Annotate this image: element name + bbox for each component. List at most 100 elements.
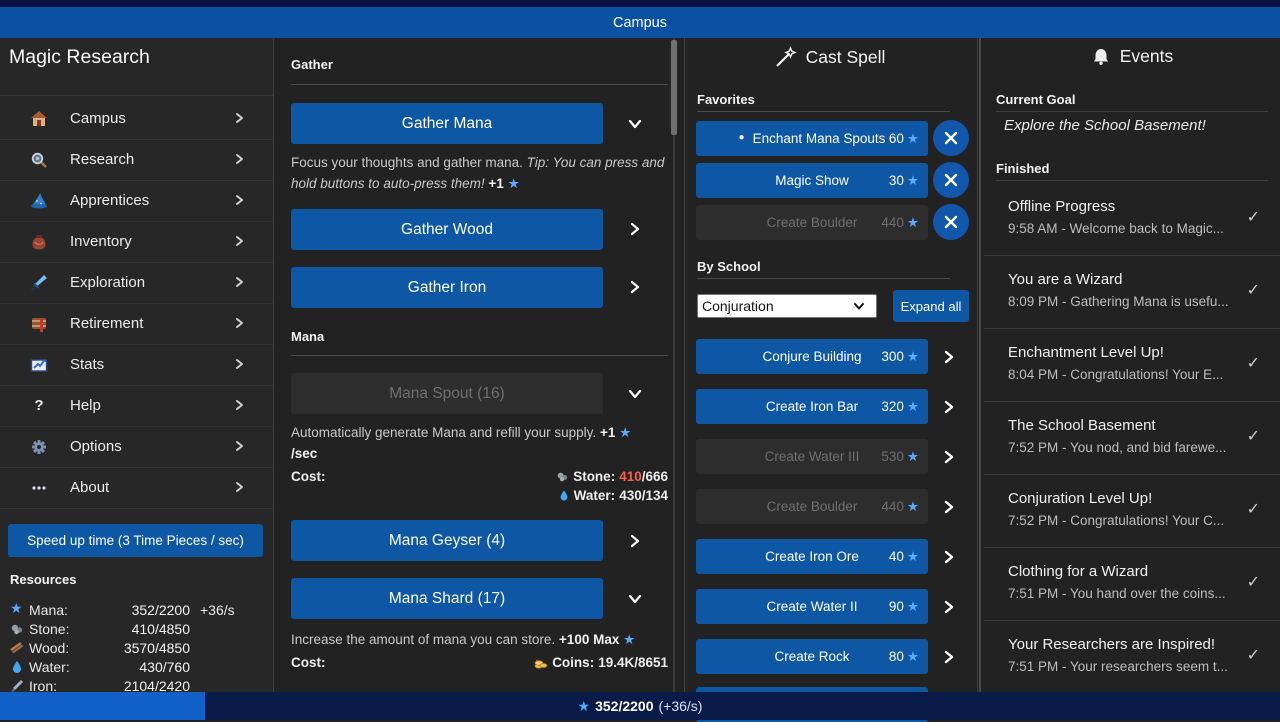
gather-section-header: Gather — [291, 57, 333, 72]
spell-button-create-iron-bar[interactable]: Create Iron Bar 320★ — [696, 389, 928, 424]
gather-mana-description: Focus your thoughts and gather mana. Tip… — [291, 152, 665, 194]
scrollbar-thumb[interactable] — [671, 40, 677, 135]
chevron-right-icon[interactable] — [941, 499, 957, 515]
favorite-spell-button-magic-show[interactable]: Magic Show 30★ — [696, 163, 928, 198]
chevron-down-icon[interactable] — [627, 386, 643, 402]
chevron-right-icon[interactable] — [941, 599, 957, 615]
event-row[interactable]: The School Basement 7:52 PM - You nod, a… — [984, 401, 1280, 475]
cost-resource-label: Water: — [574, 488, 616, 503]
remove-favorite-button[interactable] — [933, 204, 969, 240]
check-icon: ✓ — [1247, 499, 1260, 519]
divider — [684, 38, 685, 692]
event-row[interactable]: Your Researchers are Inspired! 7:51 PM -… — [984, 620, 1280, 693]
divider — [977, 38, 978, 692]
expand-all-button[interactable]: Expand all — [893, 290, 969, 322]
chevron-right-icon[interactable] — [941, 349, 957, 365]
sidebar-item-inventory[interactable]: Inventory — [0, 221, 273, 263]
sidebar-item-campus[interactable]: Campus — [0, 98, 273, 140]
event-row[interactable]: Enchantment Level Up! 8:04 PM - Congratu… — [984, 328, 1280, 402]
event-title: Enchantment Level Up! — [1008, 344, 1164, 361]
event-subtitle: 8:04 PM - Congratulations! Your E... — [1008, 367, 1238, 382]
mana-shard-cost: Coins: 19.4K/8651 — [291, 653, 668, 672]
current-goal-text: Explore the School Basement! — [1004, 117, 1206, 134]
mana-star-icon: ★ — [907, 549, 919, 565]
chevron-right-icon[interactable] — [627, 533, 643, 549]
spell-button-create-water-iii[interactable]: Create Water III 530★ — [696, 439, 928, 474]
active-spell-bullet: ● — [739, 132, 745, 143]
magnifier-icon — [30, 151, 48, 169]
sidebar-item-exploration[interactable]: Exploration — [0, 262, 273, 304]
mana-spout-button[interactable]: Mana Spout (16) — [291, 373, 603, 414]
sidebar-item-apprentices[interactable]: Apprentices — [0, 180, 273, 222]
gather-wood-button[interactable]: Gather Wood — [291, 209, 603, 250]
sidebar-item-stats[interactable]: Stats — [0, 344, 273, 386]
current-goal-header: Current Goal — [996, 92, 1075, 107]
chevron-right-icon — [233, 440, 245, 452]
chevron-right-icon[interactable] — [941, 549, 957, 565]
spell-button-create-boulder[interactable]: Create Boulder 440★ — [696, 489, 928, 524]
divider — [273, 38, 274, 692]
favorite-spell-button-create-boulder[interactable]: Create Boulder 440★ — [696, 205, 928, 240]
gather-mana-button[interactable]: Gather Mana — [291, 103, 603, 144]
sword-icon — [30, 274, 48, 292]
event-row[interactable]: Offline Progress 9:58 AM - Welcome back … — [984, 182, 1280, 256]
favorite-spell-button-enchant-mana-spouts[interactable]: ● Enchant Mana Spouts 60★ — [696, 121, 928, 156]
divider — [697, 278, 950, 279]
sidebar-item-help[interactable]: ? Help — [0, 385, 273, 427]
sidebar-item-label: Apprentices — [70, 192, 149, 209]
event-row[interactable]: Clothing for a Wizard 7:51 PM - You hand… — [984, 547, 1280, 621]
remove-favorite-button[interactable] — [933, 162, 969, 198]
chart-book-icon — [30, 356, 48, 374]
spell-button-create-iron-ore[interactable]: Create Iron Ore 40★ — [696, 539, 928, 574]
scrollbar-track — [673, 38, 675, 692]
mana-star-icon: ★ — [907, 349, 919, 365]
wood-icon — [10, 641, 24, 655]
gather-iron-button[interactable]: Gather Iron — [291, 267, 603, 308]
coins-icon — [534, 656, 548, 670]
speed-up-time-button[interactable]: Speed up time (3 Time Pieces / sec) — [8, 524, 263, 557]
cost-resource-label: Stone: — [573, 469, 615, 484]
chevron-right-icon — [233, 112, 245, 124]
chevron-right-icon[interactable] — [941, 649, 957, 665]
check-icon: ✓ — [1247, 353, 1260, 373]
chevron-right-icon[interactable] — [627, 279, 643, 295]
check-icon: ✓ — [1247, 207, 1260, 227]
chevron-right-icon[interactable] — [627, 221, 643, 237]
magic-wand-icon — [775, 46, 797, 68]
cast-spell-header: Cast Spell — [684, 46, 976, 68]
spell-button-conjure-building[interactable]: Conjure Building 300★ — [696, 339, 928, 374]
event-title: Clothing for a Wizard — [1008, 563, 1148, 580]
event-row[interactable]: You are a Wizard 8:09 PM - Gathering Man… — [984, 255, 1280, 329]
divider — [0, 95, 273, 96]
mana-shard-button[interactable]: Mana Shard (17) — [291, 578, 603, 619]
sidebar-item-label: Retirement — [70, 315, 143, 332]
page-title: Campus — [613, 15, 667, 31]
mana-progress-bar: ★ 352/2200 (+36/s) — [0, 692, 1280, 720]
school-select[interactable]: Conjuration — [697, 294, 877, 318]
chevron-right-icon[interactable] — [941, 449, 957, 465]
mana-star-icon: ★ — [907, 215, 919, 231]
event-subtitle: 7:52 PM - Congratulations! Your C... — [1008, 513, 1238, 528]
sidebar-item-retirement[interactable]: Retirement — [0, 303, 273, 345]
events-header: Events — [984, 46, 1280, 67]
sidebar-item-research[interactable]: Research — [0, 139, 273, 181]
chevron-right-icon[interactable] — [941, 399, 957, 415]
spell-button-create-water-ii[interactable]: Create Water II 90★ — [696, 589, 928, 624]
divider — [697, 111, 950, 112]
mana-geyser-button[interactable]: Mana Geyser (4) — [291, 520, 603, 561]
divider — [996, 180, 1268, 181]
sidebar-item-about[interactable]: About — [0, 467, 273, 509]
event-row[interactable]: Conjuration Level Up! 7:52 PM - Congratu… — [984, 474, 1280, 548]
event-subtitle: 7:51 PM - Your researchers seem t... — [1008, 659, 1238, 674]
remove-favorite-button[interactable] — [933, 120, 969, 156]
spell-button-create-rock[interactable]: Create Rock 80★ — [696, 639, 928, 674]
chevron-down-icon[interactable] — [627, 591, 643, 607]
resource-value: 3570/4850 — [50, 640, 190, 656]
by-school-header: By School — [697, 259, 761, 274]
sidebar-item-options[interactable]: Options — [0, 426, 273, 468]
event-subtitle: 9:58 AM - Welcome back to Magic... — [1008, 221, 1238, 236]
event-title: Conjuration Level Up! — [1008, 490, 1152, 507]
event-subtitle: 8:09 PM - Gathering Mana is usefu... — [1008, 294, 1238, 309]
chevron-down-icon[interactable] — [627, 116, 643, 132]
mana-star-icon: ★ — [907, 499, 919, 515]
